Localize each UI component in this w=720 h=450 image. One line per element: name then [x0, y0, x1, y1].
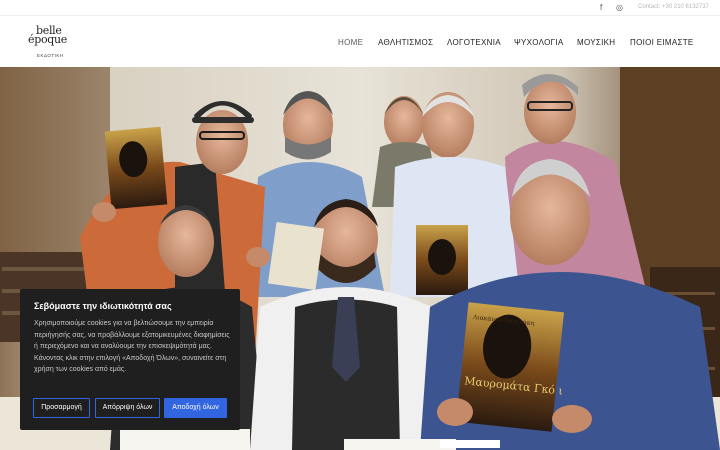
reject-all-button[interactable]: Απόρριψη όλων [95, 398, 160, 418]
nav-literature[interactable]: ΛΟΓΟΤΕΧΝΙΑ [447, 38, 501, 47]
top-bar: f ◎ Contact: +30 210 6132737 [0, 0, 720, 16]
contact-phone: Contact: +30 210 6132737 [638, 4, 709, 10]
belle-epoque-logo[interactable]: belle époque ΕΚΔΟΤΙΚΗ [28, 24, 74, 60]
instagram-icon[interactable]: ◎ [616, 3, 623, 12]
logo-subtitle: ΕΚΔΟΤΙΚΗ [37, 53, 64, 58]
cookie-title: Σεβόμαστε την ιδιωτικότητά σας [34, 301, 172, 311]
cookie-description: Χρησιμοποιούμε cookies για να βελτιώσουμ… [34, 320, 230, 373]
customize-button[interactable]: Προσαρμογή [33, 398, 90, 418]
page: f ◎ Contact: +30 210 6132737 belle époqu… [0, 0, 720, 450]
nav-home[interactable]: HOME [338, 38, 363, 47]
logo-word-epoque: époque [28, 33, 68, 46]
nav-about-us[interactable]: ΠΟΙΟΙ ΕΙΜΑΣΤΕ [630, 38, 694, 47]
nav-music[interactable]: ΜΟΥΣΙΚΗ [577, 38, 615, 47]
accept-all-button[interactable]: Αποδοχή όλων [164, 398, 227, 418]
nav-psychology[interactable]: ΨΥΧΟΛΟΓΙΑ [514, 38, 564, 47]
cookie-consent-panel: Σεβόμαστε την ιδιωτικότητά σας Χρησιμοπο… [20, 289, 240, 430]
site-header: belle époque ΕΚΔΟΤΙΚΗ HOME ΑΘΛΗΤΙΣΜΟΣ ΛΟ… [0, 16, 720, 67]
nav-athletics[interactable]: ΑΘΛΗΤΙΣΜΟΣ [378, 38, 433, 47]
facebook-icon[interactable]: f [600, 3, 602, 12]
